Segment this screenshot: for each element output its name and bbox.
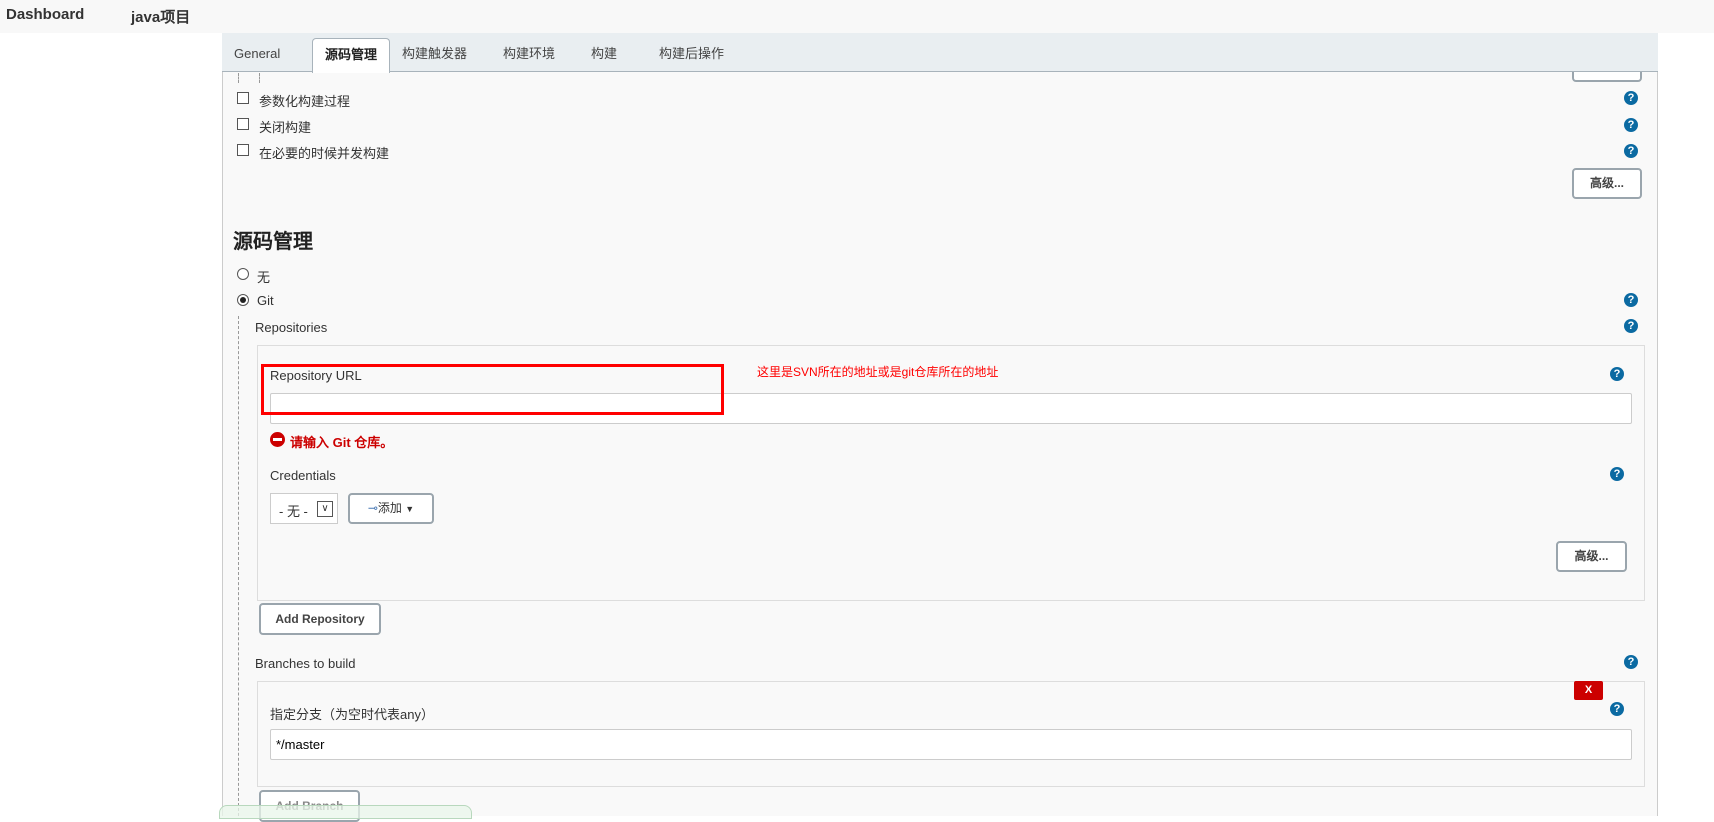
help-icon[interactable]: ?: [1610, 702, 1624, 716]
branch-specifier-input[interactable]: [270, 729, 1632, 760]
checkbox-disable-build[interactable]: [237, 118, 249, 130]
error-message: 请输入 Git 仓库。: [290, 435, 394, 450]
help-icon[interactable]: ?: [1624, 118, 1638, 132]
repositories-label: Repositories: [255, 320, 328, 335]
annotation-highlight-box: [261, 364, 724, 415]
chevron-down-icon: ∨: [317, 501, 333, 517]
divider: [238, 316, 239, 816]
radio-label: Git: [257, 293, 274, 308]
checkbox-parameterized[interactable]: [237, 92, 249, 104]
checkbox-concurrent-build[interactable]: [237, 144, 249, 156]
help-icon[interactable]: ?: [1610, 467, 1624, 481]
credentials-label: Credentials: [270, 468, 336, 483]
error-icon: [270, 432, 285, 447]
repository-advanced-button[interactable]: 高级...: [1556, 541, 1627, 572]
add-repository-button[interactable]: Add Repository: [259, 603, 381, 635]
tab-post-build[interactable]: 构建后操作: [647, 38, 736, 72]
header-bar: [0, 0, 1714, 33]
credentials-select[interactable]: - 无 - ∨: [270, 493, 338, 524]
credentials-value: - 无 -: [279, 504, 308, 519]
delete-branch-button[interactable]: X: [1574, 681, 1603, 700]
help-icon[interactable]: ?: [1610, 367, 1624, 381]
section-title: 源码管理: [233, 231, 313, 253]
radio-scm-none[interactable]: [237, 268, 249, 280]
help-icon[interactable]: ?: [1624, 91, 1638, 105]
breadcrumb-dashboard[interactable]: Dashboard: [6, 6, 84, 23]
breadcrumb-project[interactable]: java项目: [131, 6, 190, 27]
add-label: 添加: [377, 501, 402, 515]
option-label: 在必要的时候并发构建: [259, 146, 390, 161]
branch-specifier-label: 指定分支（为空时代表any）: [270, 707, 434, 722]
branches-label: Branches to build: [255, 656, 356, 671]
tab-scm[interactable]: 源码管理: [312, 38, 391, 73]
notification-overlay: [219, 805, 472, 819]
annotation-text: 这里是SVN所在的地址或是git仓库所在的地址: [757, 365, 999, 379]
tab-build[interactable]: 构建: [579, 38, 629, 72]
help-icon[interactable]: ?: [1624, 319, 1638, 333]
tab-triggers[interactable]: 构建触发器: [390, 38, 479, 72]
help-icon[interactable]: ?: [1624, 655, 1638, 669]
caret-down-icon: ▼: [405, 504, 415, 514]
option-label: 关闭构建: [259, 120, 312, 135]
radio-label: 无: [257, 270, 271, 285]
divider: [259, 73, 260, 83]
advanced-button[interactable]: 高级...: [1572, 168, 1642, 199]
add-credentials-button[interactable]: ⊸添加 ▼: [348, 493, 434, 524]
radio-scm-git[interactable]: [237, 294, 249, 306]
divider: [238, 73, 239, 83]
tab-environment[interactable]: 构建环境: [491, 38, 567, 72]
tab-bar: General 源码管理 构建触发器 构建环境 构建 构建后操作: [222, 33, 1658, 73]
help-icon[interactable]: ?: [1624, 144, 1638, 158]
tab-general[interactable]: General: [222, 38, 292, 72]
help-icon[interactable]: ?: [1624, 293, 1638, 307]
key-icon: ⊸: [367, 501, 378, 515]
option-label: 参数化构建过程: [259, 94, 351, 109]
